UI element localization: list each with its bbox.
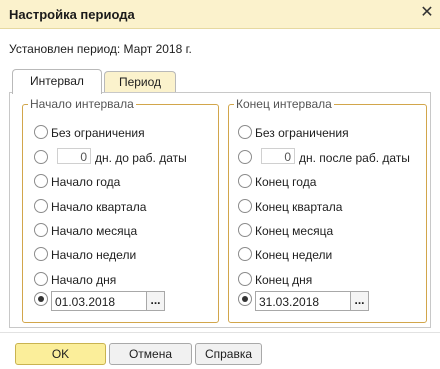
title-bar: Настройка периода ✕ xyxy=(0,0,440,29)
option-label: Конец недели xyxy=(255,248,333,262)
radio-icon[interactable] xyxy=(238,292,252,306)
start-option-no-limit[interactable]: Без ограничения xyxy=(34,124,145,142)
radio-icon[interactable] xyxy=(34,199,48,213)
option-label: дн. после раб. даты xyxy=(299,151,410,165)
end-option-no-limit[interactable]: Без ограничения xyxy=(238,124,349,142)
option-label: Начало года xyxy=(51,175,121,189)
window-title: Настройка периода xyxy=(9,7,135,22)
end-option-month[interactable]: Конец месяца xyxy=(238,222,333,240)
ok-button[interactable]: OK xyxy=(15,343,106,365)
radio-icon[interactable] xyxy=(34,223,48,237)
radio-icon[interactable] xyxy=(34,174,48,188)
end-option-days-after[interactable]: 0 дн. после раб. даты xyxy=(238,148,410,166)
tab-period[interactable]: Период xyxy=(104,71,176,92)
start-option-quarter[interactable]: Начало квартала xyxy=(34,198,146,216)
end-option-quarter[interactable]: Конец квартала xyxy=(238,198,342,216)
start-date-input[interactable]: 01.03.2018 xyxy=(51,290,147,311)
days-before-input[interactable]: 0 xyxy=(57,148,91,164)
start-option-date[interactable]: 01.03.2018... xyxy=(34,289,165,311)
radio-icon[interactable] xyxy=(34,125,48,139)
start-option-days-before[interactable]: 0 дн. до раб. даты xyxy=(34,148,187,166)
radio-icon[interactable] xyxy=(238,199,252,213)
end-date-input[interactable]: 31.03.2018 xyxy=(255,290,351,311)
cancel-button[interactable]: Отмена xyxy=(109,343,192,365)
option-label: Начало квартала xyxy=(51,200,147,214)
footer-divider xyxy=(0,332,440,333)
option-label: Начало дня xyxy=(51,273,117,287)
option-label: Конец квартала xyxy=(255,200,343,214)
option-label: Без ограничения xyxy=(51,126,145,140)
start-option-month[interactable]: Начало месяца xyxy=(34,222,137,240)
radio-icon[interactable] xyxy=(238,272,252,286)
radio-icon[interactable] xyxy=(34,272,48,286)
end-date-picker-button[interactable]: ... xyxy=(351,290,369,311)
close-icon[interactable]: ✕ xyxy=(418,4,436,22)
end-option-day[interactable]: Конец дня xyxy=(238,271,312,289)
start-option-year[interactable]: Начало года xyxy=(34,173,120,191)
radio-icon[interactable] xyxy=(238,247,252,261)
option-label: Конец месяца xyxy=(255,224,334,238)
option-label: Конец дня xyxy=(255,273,313,287)
start-date-picker-button[interactable]: ... xyxy=(147,290,165,311)
radio-icon[interactable] xyxy=(238,223,252,237)
tab-interval[interactable]: Интервал xyxy=(12,69,102,94)
end-option-date[interactable]: 31.03.2018... xyxy=(238,289,369,311)
option-label: Конец года xyxy=(255,175,317,189)
option-label: Без ограничения xyxy=(255,126,349,140)
radio-icon[interactable] xyxy=(238,150,252,164)
start-option-day[interactable]: Начало дня xyxy=(34,271,116,289)
period-status-text: Установлен период: Март 2018 г. xyxy=(9,42,192,56)
radio-icon[interactable] xyxy=(34,150,48,164)
option-label: Начало недели xyxy=(51,248,137,262)
end-option-year[interactable]: Конец года xyxy=(238,173,316,191)
radio-icon[interactable] xyxy=(34,292,48,306)
days-after-input[interactable]: 0 xyxy=(261,148,295,164)
start-interval-legend: Начало интервала xyxy=(30,97,134,111)
radio-icon[interactable] xyxy=(238,174,252,188)
radio-icon[interactable] xyxy=(34,247,48,261)
option-label: Начало месяца xyxy=(51,224,138,238)
end-option-week[interactable]: Конец недели xyxy=(238,246,332,264)
help-button[interactable]: Справка xyxy=(195,343,262,365)
end-interval-legend: Конец интервала xyxy=(236,97,332,111)
option-label: дн. до раб. даты xyxy=(95,151,187,165)
start-option-week[interactable]: Начало недели xyxy=(34,246,136,264)
radio-icon[interactable] xyxy=(238,125,252,139)
